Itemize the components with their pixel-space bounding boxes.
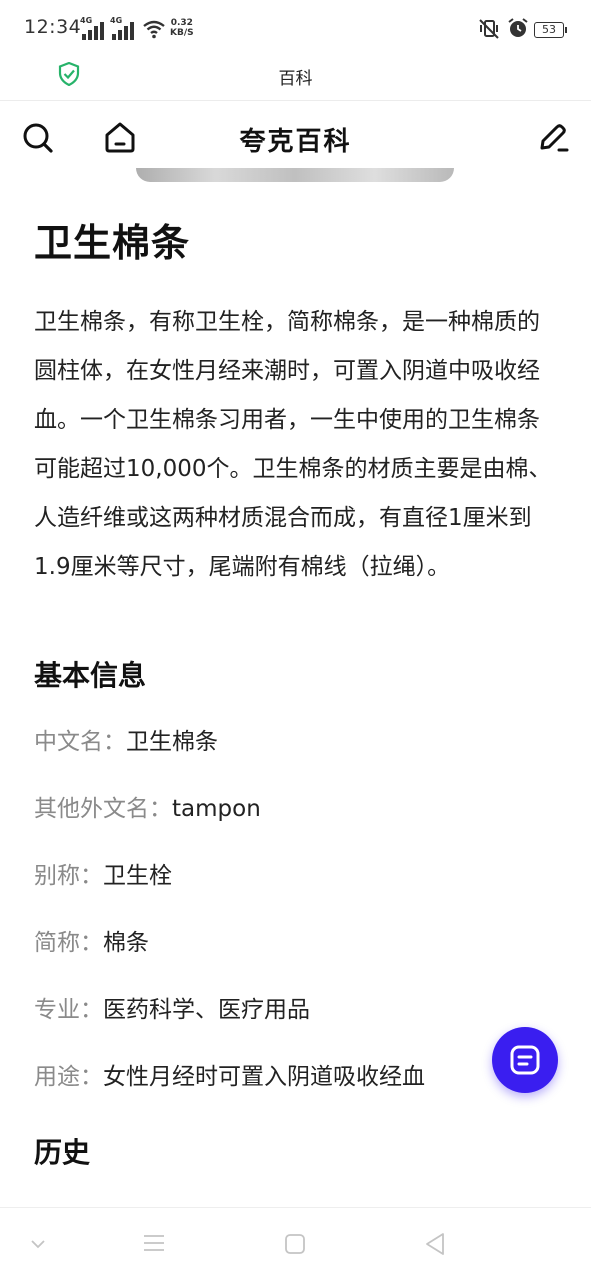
system-nav-bar <box>0 1207 591 1281</box>
info-row: 简称：棉条 <box>34 923 149 957</box>
edit-icon[interactable] <box>537 121 569 153</box>
signal-1-icon: 4G <box>80 16 104 40</box>
history-heading: 历史 <box>34 1136 91 1169</box>
back-icon[interactable] <box>424 1232 446 1256</box>
info-key: 专业： <box>34 997 103 1023</box>
wifi-icon <box>143 20 165 39</box>
info-value: 卫生棉条 <box>126 729 218 755</box>
vibrate-icon <box>479 19 499 39</box>
page-title: 百科 <box>278 69 313 89</box>
info-key: 中文名： <box>34 729 126 755</box>
info-row: 别称：卫生栓 <box>34 856 172 890</box>
article-title: 卫生棉条 <box>34 221 191 265</box>
info-row: 其他外文名：tampon <box>34 789 261 823</box>
battery-icon: 53 <box>534 22 567 38</box>
speed-value: 0.32 <box>170 18 193 28</box>
info-key: 别称： <box>34 863 103 889</box>
network-1-label: 4G <box>80 16 93 25</box>
notes-icon <box>510 1045 540 1075</box>
menu-icon[interactable] <box>143 1233 165 1253</box>
info-value: 卫生栓 <box>103 863 172 889</box>
info-value: tampon <box>172 796 261 822</box>
info-key: 用途： <box>34 1064 103 1090</box>
article-intro: 卫生棉条，有称卫生栓，简称棉条，是一种棉质的圆柱体，在女性月经来潮时，可置入阴道… <box>34 309 552 580</box>
info-value: 棉条 <box>103 930 149 956</box>
status-time: 12:34 <box>24 16 82 38</box>
app-title: 夸克百科 <box>239 127 352 157</box>
network-speed: 0.32 KB/S <box>170 18 194 38</box>
home-button-icon[interactable] <box>284 1233 306 1255</box>
alarm-icon <box>508 18 528 37</box>
info-row: 用途：女性月经时可置入阴道吸收经血 <box>34 1057 425 1091</box>
basic-info-heading: 基本信息 <box>34 659 147 692</box>
info-row: 中文名：卫生棉条 <box>34 722 218 756</box>
network-2-label: 4G <box>110 16 123 25</box>
chevron-down-icon[interactable] <box>30 1238 46 1250</box>
speed-unit: KB/S <box>170 28 194 38</box>
info-value: 女性月经时可置入阴道吸收经血 <box>103 1064 425 1090</box>
info-key: 其他外文名： <box>34 796 172 822</box>
info-row: 专业：医药科学、医疗用品 <box>34 990 310 1024</box>
notes-fab-button[interactable] <box>492 1027 558 1093</box>
signal-2-icon: 4G <box>110 16 134 40</box>
hero-image <box>136 168 454 182</box>
info-key: 简称： <box>34 930 103 956</box>
info-value: 医药科学、医疗用品 <box>103 997 310 1023</box>
app-header: 夸克百科 <box>0 101 591 173</box>
title-bar: 百科 <box>0 56 591 101</box>
status-bar: 12:34 4G 4G 0.32 KB/S 53 <box>0 0 591 56</box>
